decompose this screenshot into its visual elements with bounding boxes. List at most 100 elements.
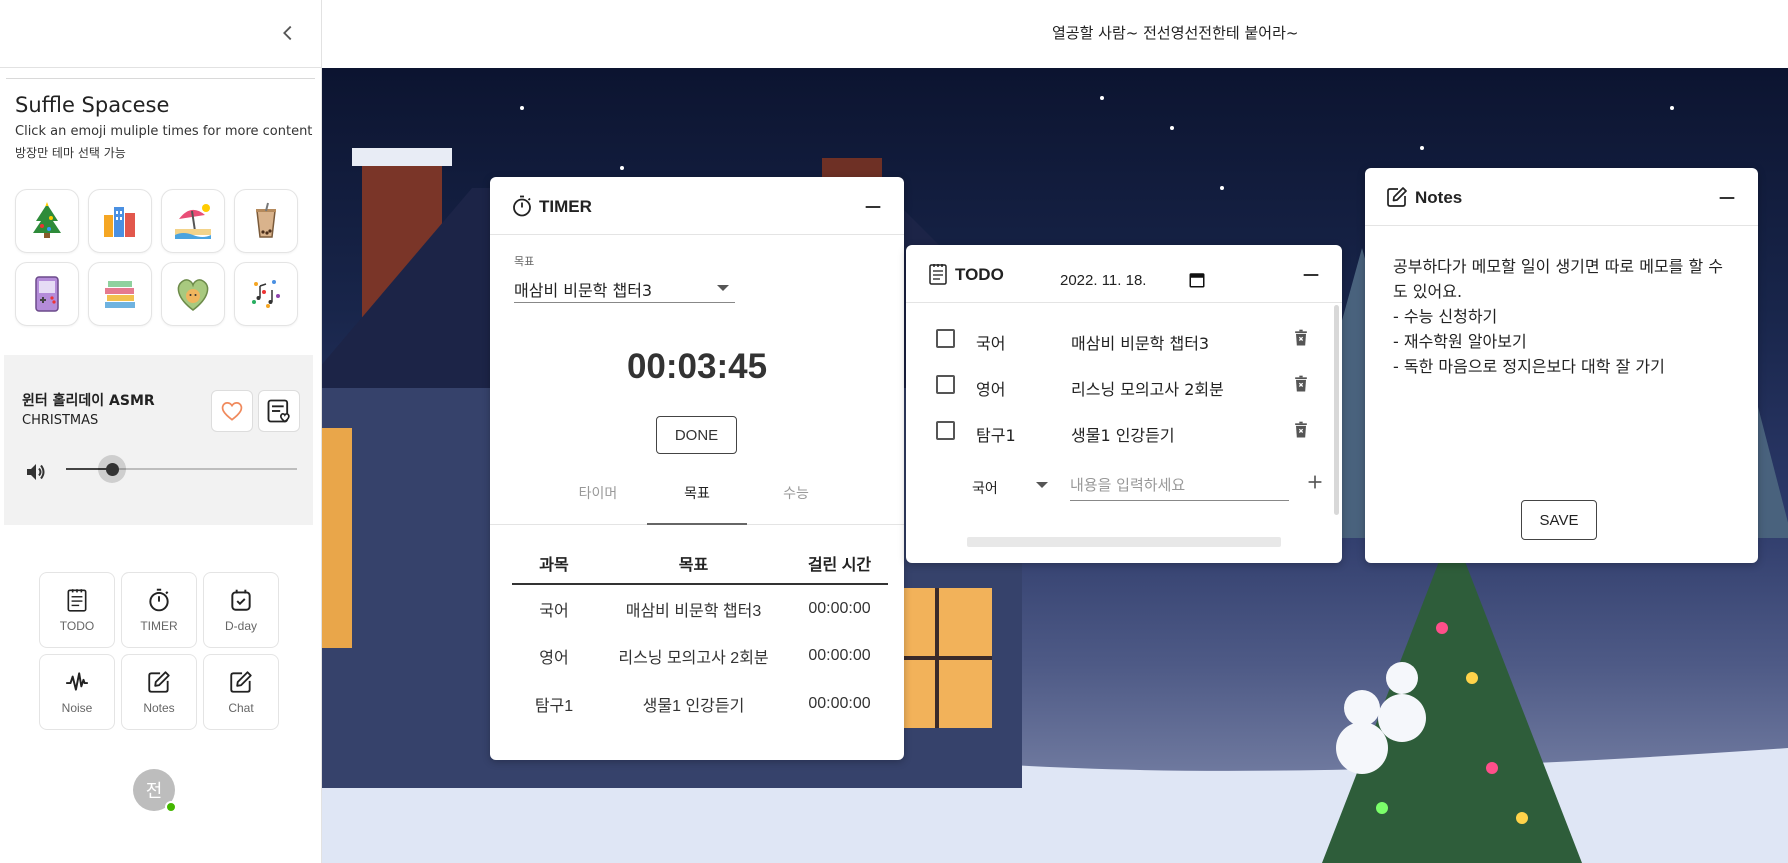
goal-select[interactable]: 매삼비 비문학 챕터3 — [514, 271, 735, 303]
tool-timer-button[interactable]: TIMER — [121, 572, 197, 648]
theme-city-button[interactable] — [88, 189, 152, 253]
tab-timer[interactable]: 타이머 — [548, 475, 648, 525]
notes-header: Notes — [1365, 168, 1758, 226]
christmas-tree-icon — [33, 202, 61, 238]
table-row: 영어 리스닝 모의고사 2회분 00:00:00 — [512, 632, 888, 680]
note-line: - 재수학원 알아보기 — [1393, 332, 1527, 351]
todo-widget: TODO 2022. 11. 18. 국어 매삼비 비문학 챕터3 영어 리스닝… — [906, 245, 1342, 563]
theme-party-button[interactable] — [234, 262, 298, 326]
delete-icon[interactable] — [1291, 420, 1311, 440]
new-todo-input[interactable] — [1070, 469, 1289, 501]
theme-study-button[interactable] — [88, 262, 152, 326]
new-todo-subject-select[interactable]: 국어 — [972, 472, 1052, 502]
timer-title: TIMER — [539, 197, 592, 216]
theme-emoji-grid — [15, 189, 298, 326]
todo-item: 국어 매삼비 비문학 챕터3 — [936, 322, 1316, 354]
dropdown-arrow-icon — [717, 285, 729, 291]
cell-subject: 탐구1 — [534, 698, 574, 715]
table-header-row: 과목 목표 걸린 시간 — [512, 542, 888, 585]
volume-icon[interactable] — [24, 460, 48, 484]
tool-noise-button[interactable]: Noise — [39, 654, 115, 730]
volume-slider-thumb[interactable] — [98, 455, 127, 483]
new-todo-subject-value: 국어 — [972, 481, 998, 497]
timer-header: TIMER — [490, 177, 904, 235]
calendar-icon[interactable] — [1188, 271, 1206, 289]
cell-goal: 생물1 인강듣기 — [642, 698, 745, 715]
minimize-icon[interactable] — [1300, 264, 1322, 286]
tool-dday-label: D-day — [224, 619, 257, 633]
stopwatch-icon — [149, 588, 169, 612]
goal-label: 목표 — [514, 255, 535, 268]
tool-dday-button[interactable]: D-day — [203, 572, 279, 648]
room-message: 열공할 사람~ 전선영선전한테 붙어라~ — [1052, 24, 1299, 42]
tab-goal[interactable]: 목표 — [647, 475, 747, 525]
delete-icon[interactable] — [1291, 374, 1311, 394]
add-icon[interactable] — [1304, 471, 1326, 493]
table-row: 탐구1 생물1 인강듣기 00:00:00 — [512, 680, 888, 728]
top-bar: 열공할 사람~ 전선영선전한테 붙어라~ — [322, 0, 1788, 68]
note-line: 공부하다가 메모할 일이 생기면 따로 메모를 할 수도 있어요. — [1393, 257, 1724, 301]
todo-subject: 영어 — [976, 380, 1006, 399]
notes-widget: Notes 공부하다가 메모할 일이 생기면 따로 메모를 할 수도 있어요. … — [1365, 168, 1758, 563]
theme-beach-button[interactable] — [161, 189, 225, 253]
volume-slider[interactable] — [66, 455, 297, 483]
todo-checkbox[interactable] — [936, 329, 955, 348]
beach-umbrella-icon — [175, 204, 211, 239]
timer-tabs: 타이머 목표 수능 — [490, 475, 904, 525]
cell-time: 00:00:00 — [808, 647, 871, 664]
col-time: 걸린 시간 — [791, 542, 888, 585]
theme-cafe-button[interactable] — [234, 189, 298, 253]
table-row: 국어 매삼비 비문학 챕터3 00:00:00 — [512, 584, 888, 632]
theme-christmas-button[interactable] — [15, 189, 79, 253]
tool-todo-label: TODO — [59, 619, 95, 633]
theme-game-button[interactable] — [15, 262, 79, 326]
cell-subject: 국어 — [539, 602, 569, 620]
space-subtitle: Click an emoji muliple times for more co… — [15, 124, 313, 139]
vertical-scrollbar[interactable] — [1334, 305, 1339, 515]
game-console-icon — [35, 276, 59, 312]
edit-note-icon — [1387, 187, 1407, 207]
favorite-button[interactable] — [211, 390, 253, 432]
todo-header: TODO 2022. 11. 18. — [906, 245, 1342, 303]
calendar-check-icon — [231, 589, 251, 611]
horizontal-scrollbar[interactable] — [967, 537, 1281, 547]
minimize-icon[interactable] — [1716, 187, 1738, 209]
tool-chat-label: Chat — [228, 701, 254, 715]
cell-subject: 영어 — [539, 650, 569, 667]
todo-date[interactable]: 2022. 11. 18. — [1060, 272, 1146, 289]
waveform-icon — [66, 672, 88, 691]
online-status-badge — [165, 801, 177, 813]
todo-task: 매삼비 비문학 챕터3 — [1071, 334, 1210, 353]
cell-time: 00:00:00 — [808, 599, 871, 617]
edit-note-icon — [148, 671, 170, 693]
playlist-button[interactable] — [258, 390, 300, 432]
music-notes-icon — [252, 280, 280, 308]
delete-icon[interactable] — [1291, 328, 1311, 348]
stopwatch-icon — [513, 195, 531, 217]
goal-table: 과목 목표 걸린 시간 국어 매삼비 비문학 챕터3 00:00:00 영어 리… — [512, 542, 888, 728]
tool-chat-button[interactable]: Chat — [203, 654, 279, 730]
cell-time: 00:00:00 — [808, 695, 871, 712]
city-buildings-icon — [104, 207, 135, 237]
todo-subject: 탐구1 — [976, 426, 1016, 445]
chevron-left-icon[interactable] — [277, 22, 299, 44]
heart-cat-icon — [177, 279, 209, 311]
theme-cozy-button[interactable] — [161, 262, 225, 326]
todo-list-icon — [929, 264, 947, 285]
note-line: - 독한 마음으로 정지은보다 대학 잘 가기 — [1393, 357, 1665, 376]
tool-todo-button[interactable]: TODO — [39, 572, 115, 648]
todo-task: 리스닝 모의고사 2회분 — [1071, 380, 1224, 399]
done-button[interactable]: DONE — [656, 416, 737, 454]
minimize-icon[interactable] — [862, 196, 884, 218]
tab-suneung[interactable]: 수능 — [746, 475, 846, 525]
todo-checkbox[interactable] — [936, 375, 955, 394]
tool-notes-button[interactable]: Notes — [121, 654, 197, 730]
notes-textarea[interactable]: 공부하다가 메모할 일이 생기면 따로 메모를 할 수도 있어요. - 수능 신… — [1393, 254, 1733, 379]
cell-goal: 매삼비 비문학 챕터3 — [625, 602, 762, 620]
todo-list-icon — [67, 589, 87, 612]
tool-notes-label: Notes — [143, 701, 175, 715]
save-button[interactable]: SAVE — [1521, 500, 1597, 540]
todo-item: 탐구1 생물1 인강듣기 — [936, 414, 1316, 446]
track-title: 윈터 홀리데이 ASMR — [22, 393, 155, 409]
todo-checkbox[interactable] — [936, 421, 955, 440]
